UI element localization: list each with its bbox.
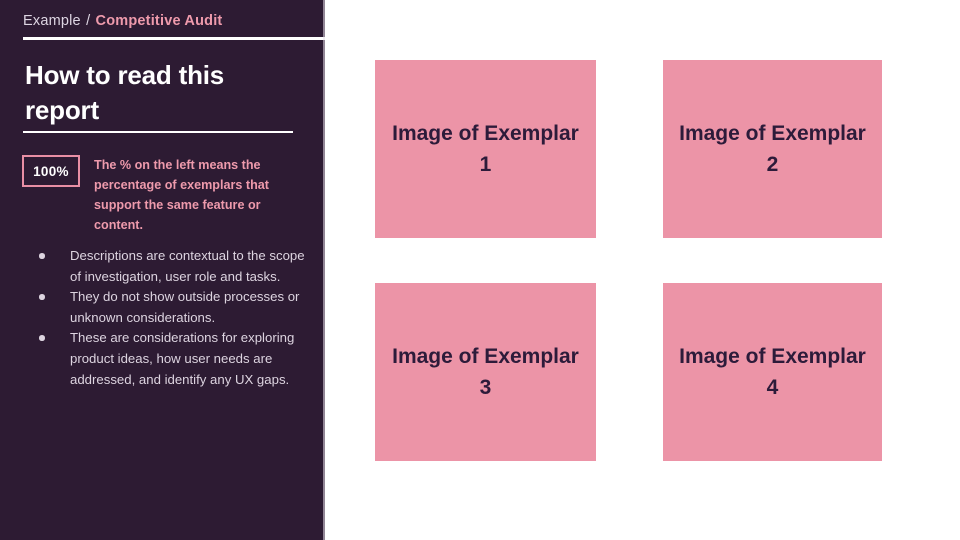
list-item-label: They do not show outside processes or un… <box>70 289 300 325</box>
sidebar-panel: Example / Competitive Audit How to read … <box>0 0 325 540</box>
bullet-icon <box>39 253 45 259</box>
bullet-icon <box>39 294 45 300</box>
list-item: These are considerations for exploring p… <box>30 328 305 390</box>
divider-top <box>23 37 325 40</box>
list-item-label: Descriptions are contextual to the scope… <box>70 248 305 284</box>
breadcrumb-root[interactable]: Example <box>23 13 81 29</box>
breadcrumb-separator: / <box>86 13 91 29</box>
exemplar-grid: Image of Exemplar 1 Image of Exemplar 2 … <box>375 60 882 461</box>
percentage-badge: 100% <box>22 155 80 187</box>
list-item-label: These are considerations for exploring p… <box>70 330 295 387</box>
breadcrumb: Example / Competitive Audit <box>23 13 222 29</box>
exemplar-image-placeholder-3[interactable]: Image of Exemplar 3 <box>375 283 596 461</box>
slide-canvas: Example / Competitive Audit How to read … <box>0 0 960 540</box>
exemplar-image-placeholder-1[interactable]: Image of Exemplar 1 <box>375 60 596 238</box>
divider-middle <box>23 131 293 133</box>
exemplar-image-placeholder-4[interactable]: Image of Exemplar 4 <box>663 283 882 461</box>
sidebar-edge-line <box>323 0 325 540</box>
list-item: Descriptions are contextual to the scope… <box>30 246 305 287</box>
percentage-legend-note: The % on the left means the percentage o… <box>94 158 269 232</box>
page-title: How to read this report <box>25 60 225 125</box>
list-item: They do not show outside processes or un… <box>30 287 305 328</box>
bullet-icon <box>39 335 45 341</box>
exemplar-image-placeholder-2[interactable]: Image of Exemplar 2 <box>663 60 882 238</box>
reading-notes-list: Descriptions are contextual to the scope… <box>30 246 305 390</box>
breadcrumb-current: Competitive Audit <box>95 13 223 29</box>
percentage-legend: 100% The % on the left means the percent… <box>22 155 307 236</box>
